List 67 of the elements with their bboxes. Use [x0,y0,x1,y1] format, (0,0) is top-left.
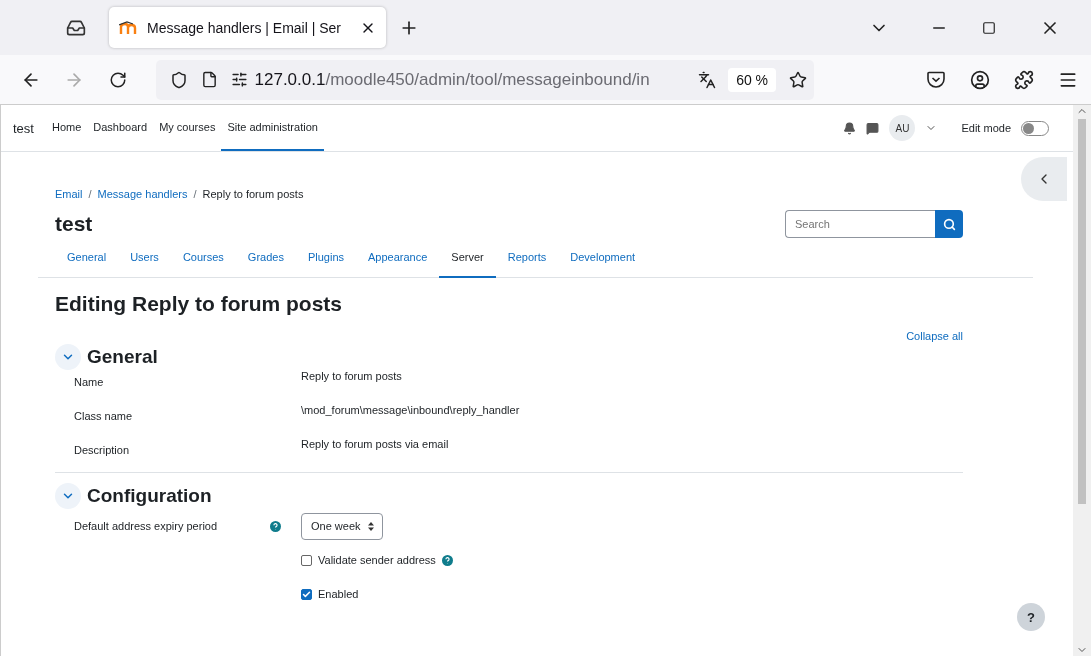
edit-mode-switch[interactable] [1021,120,1049,136]
notifications-bell-icon[interactable] [843,121,857,135]
help-button[interactable]: ? [1017,603,1045,631]
field-value: \mod_forum\message\inbound\reply_handler [301,404,520,416]
translate-icon[interactable] [698,70,717,89]
admin-tab[interactable]: Development [558,251,648,278]
help-icon[interactable] [441,554,453,566]
admin-tab[interactable]: Server [439,251,496,278]
admin-tab[interactable]: Grades [235,251,296,278]
user-avatar[interactable]: AU [889,115,916,141]
nav-link[interactable]: Home [45,105,88,151]
admin-tab[interactable]: Courses [170,251,236,278]
drawer-toggle[interactable] [1021,157,1067,201]
breadcrumb-link[interactable]: Message handlers [97,188,188,200]
expiry-select[interactable]: One week [301,512,383,540]
admin-tab[interactable]: Users [118,251,171,278]
search-field[interactable]: Search [785,210,935,238]
breadcrumb-current: Reply to forum posts [202,188,304,200]
admin-tab[interactable]: Plugins [295,251,356,278]
section-title: Configuration [87,485,212,507]
checkbox[interactable] [301,554,312,566]
admin-tab[interactable]: Reports [495,251,559,278]
maximize-icon[interactable] [982,20,996,35]
messages-icon[interactable] [866,121,880,135]
nav-link[interactable]: My courses [153,105,222,151]
site-name[interactable]: test [13,120,34,136]
edit-mode-label: Edit mode [961,122,1011,134]
pocket-icon[interactable] [927,71,945,88]
extensions-icon[interactable] [1014,69,1034,90]
bookmark-star-icon[interactable] [789,70,807,89]
breadcrumb-link[interactable]: Email [55,188,83,200]
field-label: Class name [74,410,134,422]
field-label: Name [74,376,105,388]
page-title: test [55,212,93,236]
breadcrumb-separator: / [88,188,92,200]
field-value: Reply to forum posts [301,370,402,382]
breadcrumb-separator: / [193,188,197,200]
collapse-all-link[interactable]: Collapse all [906,330,963,342]
checkbox-label[interactable]: Enabled [318,588,359,600]
account-icon[interactable] [970,69,990,90]
field-label: Description [74,444,131,456]
tab-title: Message handlers | Email | Ser [147,19,343,36]
admin-tab[interactable]: Appearance [356,251,440,278]
field-value: Reply to forum posts via email [301,438,449,450]
nav-link[interactable]: Site administration [221,105,324,151]
sort-caret-icon [367,521,374,531]
help-icon[interactable] [270,520,281,532]
shield-icon[interactable] [170,70,189,89]
search-icon[interactable] [942,217,956,231]
field-label: Default address expiry period [74,520,219,532]
url-path: /moodle450/admin/tool/messageinbound/in [325,69,651,90]
browser-tab[interactable]: Message handlers | Email | Ser [109,7,386,48]
search-button[interactable] [935,210,963,238]
checkbox-label[interactable]: Validate sender address [318,554,436,566]
admin-tab[interactable]: General [55,251,119,278]
permissions-icon[interactable] [230,71,248,88]
form-heading: Editing Reply to forum posts [55,292,343,316]
scrollbar-thumb[interactable] [1078,119,1086,504]
section-title: General [87,346,158,368]
nav-link[interactable]: Dashboard [87,105,154,151]
checkbox[interactable] [301,588,312,600]
site-logo-icon [119,20,139,35]
page-icon[interactable] [200,71,218,88]
reload-icon[interactable] [109,70,127,89]
zoom-level[interactable]: 60 % [728,67,777,92]
address-bar[interactable]: 127.0.0.1/moodle450/admin/tool/messageinbound/in 60 % [156,59,814,100]
url-host: 127.0.0.1 [254,69,326,90]
